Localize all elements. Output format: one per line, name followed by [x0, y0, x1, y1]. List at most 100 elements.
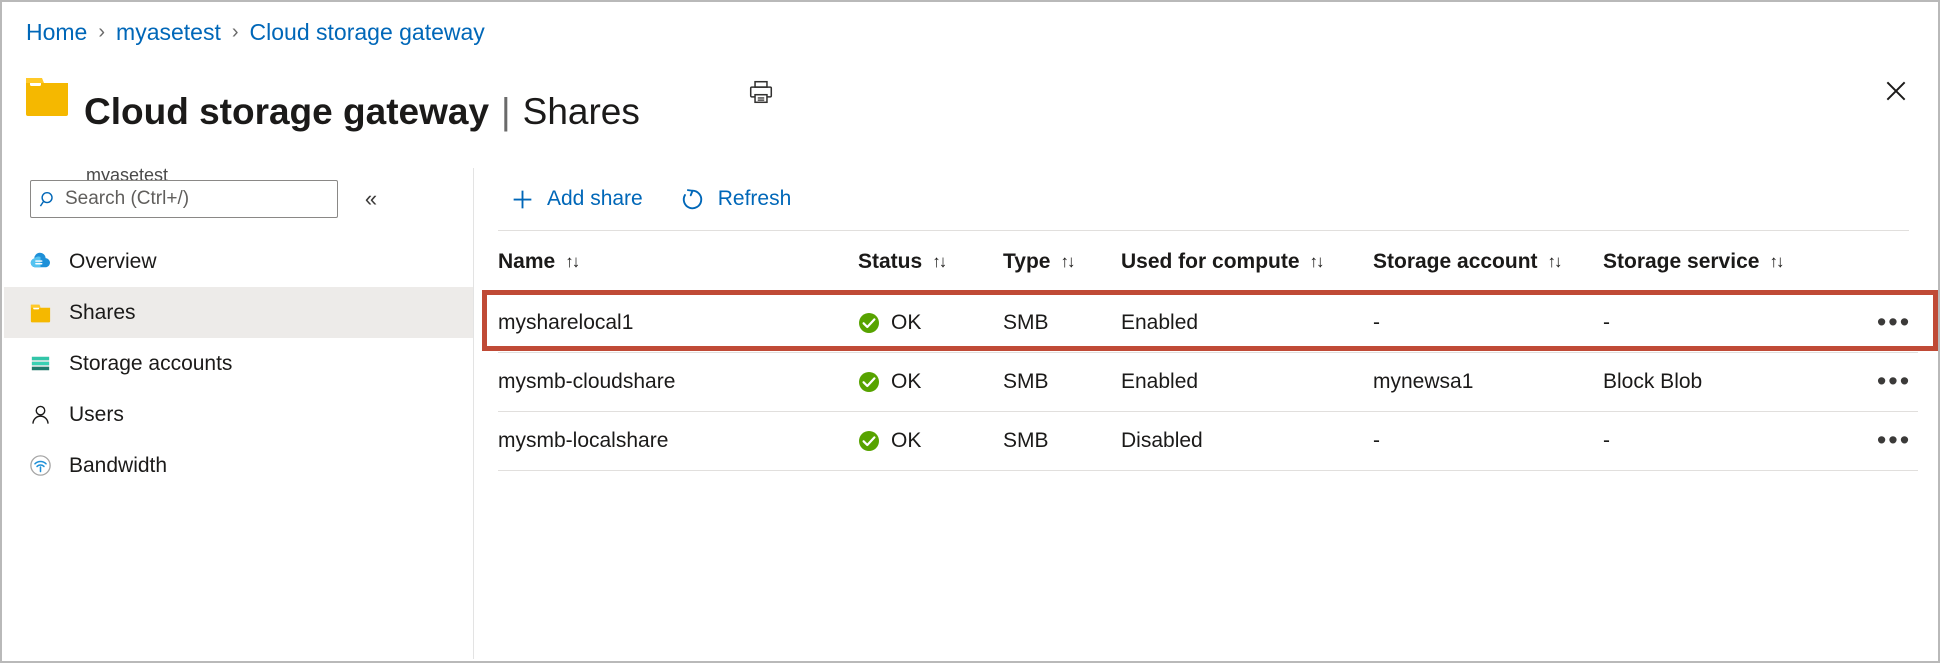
- breadcrumb-separator-icon: ›: [98, 21, 106, 43]
- search-icon: [31, 190, 65, 209]
- chevron-double-left-icon: «: [364, 186, 378, 211]
- close-button[interactable]: [1876, 72, 1916, 112]
- sidebar-item-storage-accounts[interactable]: Storage accounts: [4, 338, 473, 389]
- cell-name: mysharelocal1: [498, 293, 858, 353]
- sort-icon[interactable]: ↑↓: [1310, 252, 1325, 272]
- column-header-actions: [1828, 231, 1918, 294]
- command-bar: Add share Refresh: [475, 168, 1936, 230]
- breadcrumb-separator-icon: ›: [231, 21, 239, 43]
- page-title-separator: |: [501, 90, 511, 132]
- cloud-icon: [27, 249, 53, 275]
- column-header-used-for-compute[interactable]: Used for compute ↑↓: [1121, 231, 1373, 294]
- sidebar-item-label: Overview: [69, 249, 157, 273]
- sidebar-item-label: Shares: [69, 300, 136, 324]
- status-label: OK: [891, 311, 922, 334]
- cell-type: SMB: [1003, 293, 1121, 353]
- column-header-storage-service[interactable]: Storage service ↑↓: [1603, 231, 1828, 294]
- sidebar-search-row: «: [4, 168, 473, 218]
- print-button[interactable]: [744, 76, 778, 110]
- table-row[interactable]: mysharelocal1 OK SMB Enabled - - •••: [498, 293, 1918, 353]
- column-header-type[interactable]: Type ↑↓: [1003, 231, 1121, 294]
- row-context-menu-button[interactable]: •••: [1874, 367, 1914, 397]
- table-row[interactable]: mysmb-cloudshare OK SMB Enabled mynewsa1…: [498, 352, 1918, 412]
- column-header-label: Storage account: [1373, 250, 1538, 273]
- sidebar: « Overview: [4, 168, 474, 659]
- azure-portal-blade: Home › myasetest › Cloud storage gateway…: [0, 0, 1940, 663]
- cell-storage-service: -: [1603, 411, 1828, 471]
- storage-account-icon: [27, 351, 53, 377]
- column-header-label: Storage service: [1603, 250, 1760, 273]
- sort-icon[interactable]: ↑↓: [1548, 252, 1563, 272]
- add-share-label: Add share: [547, 187, 643, 210]
- cell-type: SMB: [1003, 352, 1121, 412]
- breadcrumb-item-myasetest[interactable]: myasetest: [116, 19, 221, 46]
- cell-storage-account: -: [1373, 293, 1603, 353]
- page-title-sub: Shares: [522, 90, 640, 132]
- cell-status: OK: [858, 411, 1003, 471]
- ellipsis-icon: •••: [1876, 307, 1912, 338]
- refresh-icon: [679, 185, 707, 213]
- cell-storage-account: -: [1373, 411, 1603, 471]
- cell-actions: •••: [1828, 411, 1918, 471]
- cell-name: mysmb-localshare: [498, 411, 858, 471]
- shares-table-body: mysharelocal1 OK SMB Enabled - - ••• mys…: [498, 293, 1918, 471]
- shares-table-wrap: Name ↑↓ Status ↑↓ Type ↑↓ Used for compu…: [482, 230, 1938, 471]
- sort-icon[interactable]: ↑↓: [565, 252, 580, 272]
- folder-icon: [24, 74, 70, 118]
- status-label: OK: [891, 370, 922, 393]
- column-header-label: Used for compute: [1121, 250, 1300, 273]
- status-label: OK: [891, 429, 922, 452]
- cell-used-for-compute: Enabled: [1121, 293, 1373, 353]
- cell-storage-service: -: [1603, 293, 1828, 353]
- check-circle-icon: [858, 430, 881, 453]
- ellipsis-icon: •••: [1876, 366, 1912, 397]
- plus-icon: [508, 185, 536, 213]
- cell-name: mysmb-cloudshare: [498, 352, 858, 412]
- sidebar-item-bandwidth[interactable]: Bandwidth: [4, 440, 473, 491]
- check-circle-icon: [858, 312, 881, 335]
- cell-actions: •••: [1828, 293, 1918, 353]
- sidebar-item-label: Storage accounts: [69, 351, 233, 375]
- column-header-name[interactable]: Name ↑↓: [498, 231, 858, 294]
- sidebar-item-shares[interactable]: Shares: [4, 287, 473, 338]
- column-header-label: Status: [858, 250, 923, 273]
- column-header-storage-account[interactable]: Storage account ↑↓: [1373, 231, 1603, 294]
- cell-actions: •••: [1828, 352, 1918, 412]
- sidebar-item-users[interactable]: Users: [4, 389, 473, 440]
- refresh-button[interactable]: Refresh: [669, 179, 802, 219]
- close-icon: [1883, 78, 1909, 107]
- table-row[interactable]: mysmb-localshare OK SMB Disabled - - •••: [498, 411, 1918, 471]
- sidebar-item-label: Users: [69, 402, 124, 426]
- shares-content: Add share Refresh Name ↑↓ Status ↑↓ Type…: [475, 168, 1938, 659]
- sidebar-item-label: Bandwidth: [69, 453, 168, 477]
- search-input[interactable]: [65, 181, 323, 217]
- cell-used-for-compute: Disabled: [1121, 411, 1373, 471]
- refresh-label: Refresh: [717, 187, 792, 210]
- row-context-menu-button[interactable]: •••: [1874, 426, 1914, 456]
- breadcrumb-item-cloud-storage-gateway[interactable]: Cloud storage gateway: [250, 19, 485, 46]
- cell-status: OK: [858, 352, 1003, 412]
- breadcrumb-item-home[interactable]: Home: [26, 19, 87, 46]
- cell-storage-service: Block Blob: [1603, 352, 1828, 412]
- add-share-button[interactable]: Add share: [498, 179, 653, 219]
- sort-icon[interactable]: ↑↓: [1769, 252, 1784, 272]
- page-title: Cloud storage gateway | Shares: [84, 90, 640, 134]
- sidebar-item-overview[interactable]: Overview: [4, 236, 473, 287]
- row-context-menu-button[interactable]: •••: [1874, 308, 1914, 338]
- sort-icon[interactable]: ↑↓: [1060, 252, 1075, 272]
- check-circle-icon: [858, 371, 881, 394]
- bandwidth-icon: [27, 453, 53, 479]
- column-header-status[interactable]: Status ↑↓: [858, 231, 1003, 294]
- page-title-main: Cloud storage gateway: [84, 90, 490, 132]
- column-header-label: Name: [498, 250, 556, 273]
- sort-icon[interactable]: ↑↓: [932, 252, 947, 272]
- folder-icon: [27, 300, 53, 326]
- breadcrumb: Home › myasetest › Cloud storage gateway: [26, 14, 485, 50]
- print-icon: [748, 79, 774, 108]
- ellipsis-icon: •••: [1876, 425, 1912, 456]
- cell-storage-account: mynewsa1: [1373, 352, 1603, 412]
- cell-type: SMB: [1003, 411, 1121, 471]
- column-header-label: Type: [1003, 250, 1051, 273]
- sidebar-collapse-button[interactable]: «: [354, 182, 388, 216]
- search-box[interactable]: [30, 180, 338, 218]
